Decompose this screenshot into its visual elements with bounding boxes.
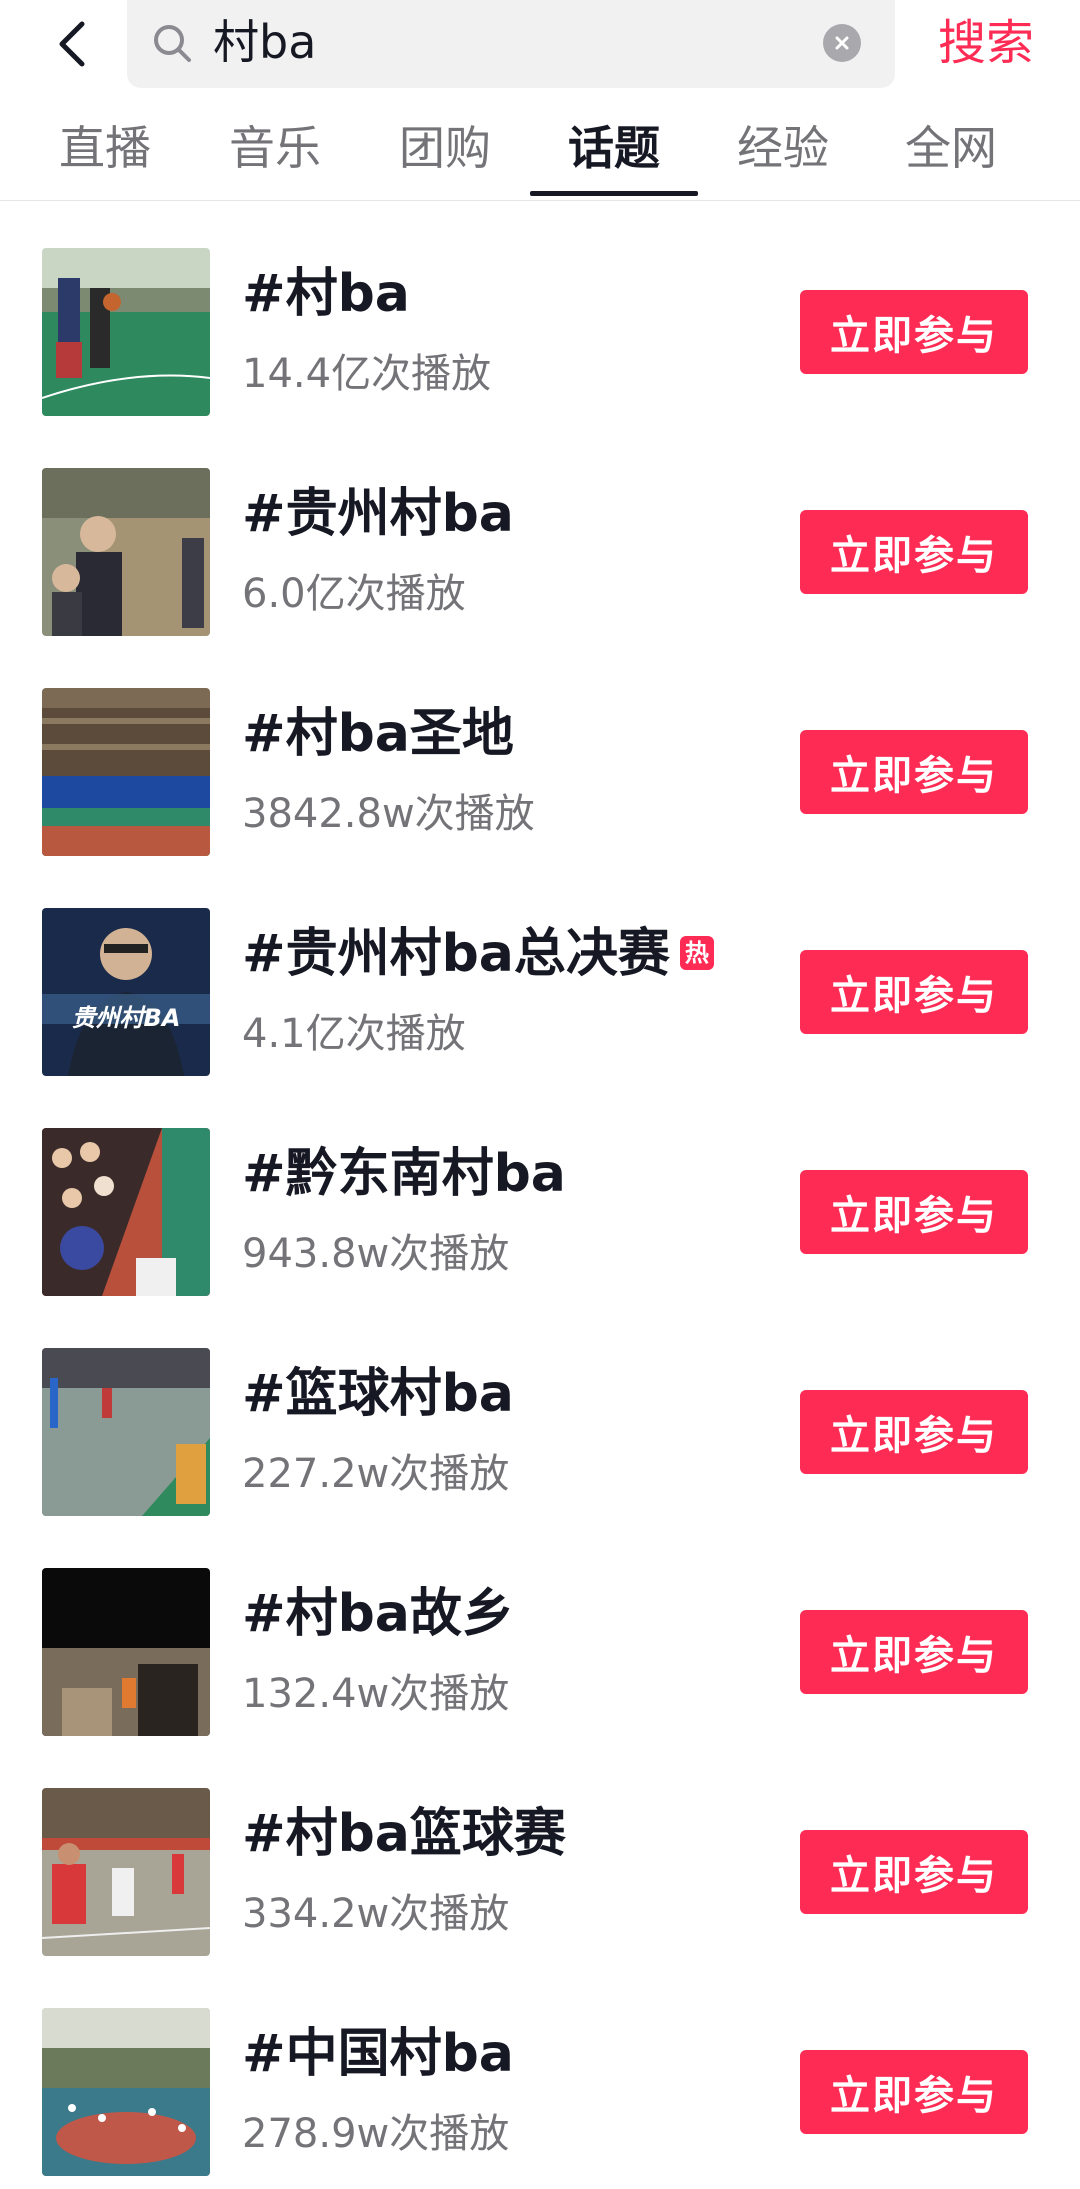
topic-row[interactable]: #村ba 14.4亿次播放 立即参与 [0,200,1080,420]
topic-thumbnail[interactable] [42,2008,210,2176]
topic-view-count: 132.4w次播放 [242,1671,510,1717]
topic-view-count: 227.2w次播放 [242,1451,510,1497]
topic-row[interactable]: #黔东南村ba 943.8w次播放 立即参与 [0,1080,1080,1300]
tab-experience[interactable]: 经验 [698,116,868,180]
join-topic-button[interactable]: 立即参与 [800,1610,1028,1694]
topic-thumbnail[interactable] [42,688,210,856]
topic-title: #中国村ba [242,2024,514,2084]
tab-live[interactable]: 直播 [20,116,190,180]
topic-row[interactable]: #篮球村ba 227.2w次播放 立即参与 [0,1300,1080,1520]
join-topic-button[interactable]: 立即参与 [800,730,1028,814]
topic-view-count: 943.8w次播放 [242,1231,510,1277]
topic-view-count: 3842.8w次播放 [242,791,535,837]
topic-title: #篮球村ba [242,1364,514,1424]
topic-title: #村ba [242,264,410,324]
topic-thumbnail[interactable] [42,1788,210,1956]
tab-topics[interactable]: 话题 [529,116,699,180]
back-button[interactable] [40,8,104,80]
join-topic-button[interactable]: 立即参与 [800,290,1028,374]
topic-title: #村ba圣地 [242,704,514,764]
join-topic-button[interactable]: 立即参与 [800,950,1028,1034]
hot-badge: 热 [679,936,714,970]
topic-title: #贵州村ba [242,484,514,544]
topic-view-count: 6.0亿次播放 [242,571,466,617]
topic-title: #贵州村ba总决赛热 [242,922,714,986]
topic-view-count: 14.4亿次播放 [242,351,492,397]
topic-row[interactable]: #中国村ba 278.9w次播放 立即参与 [0,1960,1080,2180]
join-topic-button[interactable]: 立即参与 [800,510,1028,594]
topic-title-text: #贵州村ba总决赛 [242,924,670,984]
topic-thumbnail[interactable] [42,248,210,416]
active-tab-indicator [530,191,698,196]
category-tabs: 直播 音乐 团购 话题 经验 全网 [0,108,1080,201]
topic-title: #村ba故乡 [242,1584,514,1644]
tab-group-buy[interactable]: 团购 [360,116,530,180]
topic-title: #村ba篮球赛 [242,1804,566,1864]
clear-icon [835,36,849,50]
topic-view-count: 278.9w次播放 [242,2111,510,2157]
topic-view-count: 4.1亿次播放 [242,1011,466,1057]
join-topic-button[interactable]: 立即参与 [800,2050,1028,2134]
topic-row[interactable]: #村ba篮球赛 334.2w次播放 立即参与 [0,1740,1080,1960]
topic-row[interactable]: #村ba故乡 132.4w次播放 立即参与 [0,1520,1080,1740]
search-submit-button[interactable]: 搜索 [938,8,1034,78]
clear-search-button[interactable] [823,24,861,62]
topic-thumbnail[interactable]: 贵州村BA [42,908,210,1076]
topic-row[interactable]: #贵州村ba 6.0亿次播放 立即参与 [0,420,1080,640]
tab-music[interactable]: 音乐 [190,116,360,180]
topic-thumbnail[interactable] [42,468,210,636]
search-query-text[interactable]: 村ba [213,12,316,72]
chevron-left-icon [59,21,85,67]
topic-row[interactable]: 贵州村BA #贵州村ba总决赛热 4.1亿次播放 立即参与 [0,860,1080,1080]
search-header: 村ba 搜索 [0,0,1080,88]
join-topic-button[interactable]: 立即参与 [800,1170,1028,1254]
search-input[interactable]: 村ba [127,0,895,88]
tab-all-web[interactable]: 全网 [866,116,1036,180]
topic-thumbnail[interactable] [42,1128,210,1296]
topic-title: #黔东南村ba [242,1144,566,1204]
join-topic-button[interactable]: 立即参与 [800,1390,1028,1474]
topic-view-count: 334.2w次播放 [242,1891,510,1937]
search-icon [154,25,191,62]
join-topic-button[interactable]: 立即参与 [800,1830,1028,1914]
thumbnail-caption: 贵州村BA [71,1004,181,1032]
topic-row[interactable]: #村ba圣地 3842.8w次播放 立即参与 [0,640,1080,860]
topic-thumbnail[interactable] [42,1348,210,1516]
topic-thumbnail[interactable] [42,1568,210,1736]
